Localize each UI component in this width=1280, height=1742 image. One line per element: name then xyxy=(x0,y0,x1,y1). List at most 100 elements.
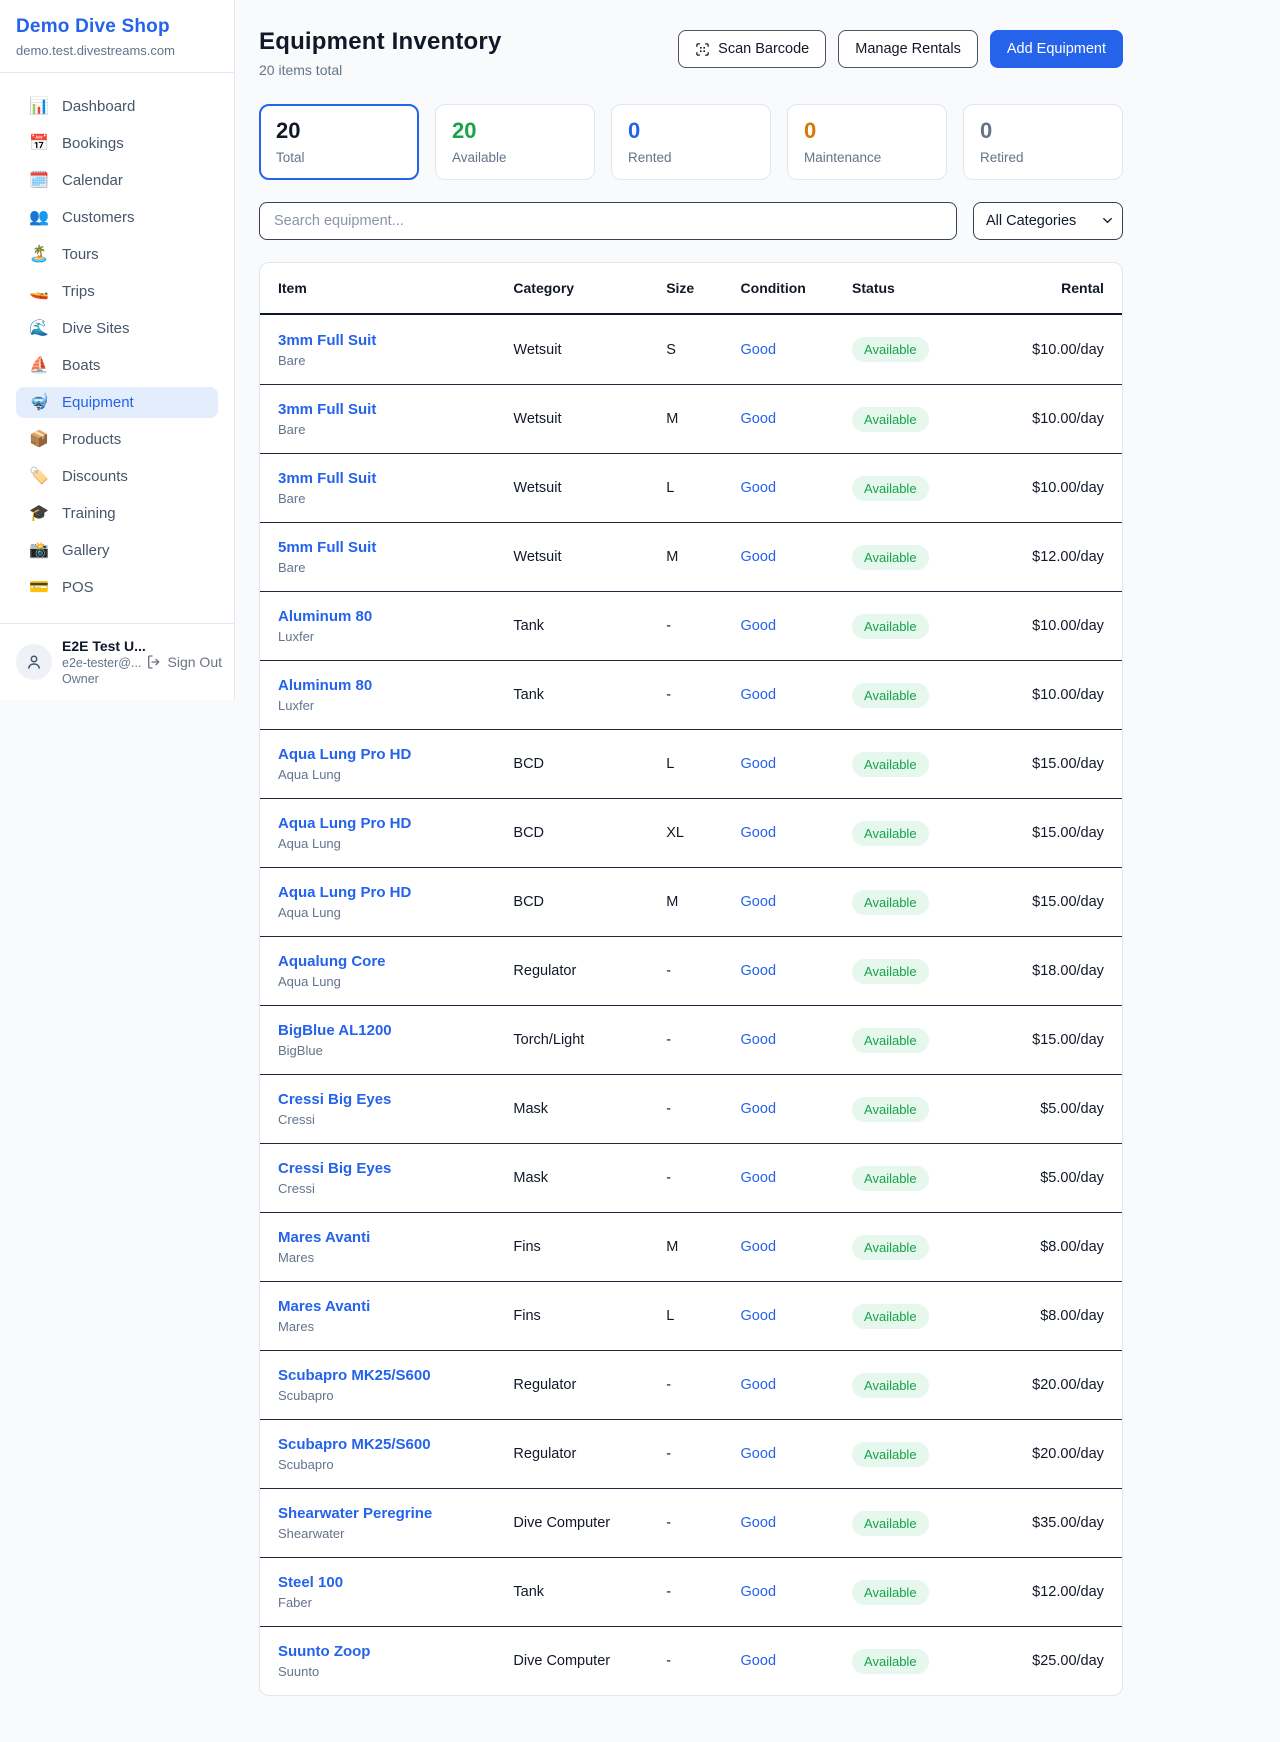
condition-link[interactable]: Good xyxy=(741,1308,853,1324)
add-equipment-button[interactable]: Add Equipment xyxy=(990,30,1123,68)
category-cell: Tank xyxy=(513,618,666,634)
barcode-scan-icon xyxy=(695,42,710,57)
item-name-link[interactable]: Mares Avanti xyxy=(278,1229,513,1246)
item-name-link[interactable]: 3mm Full Suit xyxy=(278,401,513,418)
sidebar: Demo Dive Shop demo.test.divestreams.com… xyxy=(0,0,235,700)
item-name-link[interactable]: 5mm Full Suit xyxy=(278,539,513,556)
item-name-link[interactable]: 3mm Full Suit xyxy=(278,332,513,349)
condition-link[interactable]: Good xyxy=(741,480,853,496)
stat-label: Retired xyxy=(980,150,1106,165)
condition-link[interactable]: Good xyxy=(741,894,853,910)
sidebar-item-customers[interactable]: 👥 Customers xyxy=(16,202,218,233)
status-cell: Available xyxy=(852,337,988,362)
condition-link[interactable]: Good xyxy=(741,756,853,772)
sidebar-item-dive-sites[interactable]: 🌊Dive Sites xyxy=(16,313,218,344)
status-badge: Available xyxy=(852,821,929,846)
item-name-link[interactable]: Aqua Lung Pro HD xyxy=(278,746,513,763)
sidebar-item-tours[interactable]: 🏝️Tours xyxy=(16,239,218,270)
manage-rentals-button[interactable]: Manage Rentals xyxy=(838,30,978,68)
rental-cell: $5.00/day xyxy=(988,1101,1104,1117)
condition-link[interactable]: Good xyxy=(741,1446,853,1462)
rental-cell: $15.00/day xyxy=(988,756,1104,772)
stat-card-available[interactable]: 20 Available xyxy=(435,104,595,180)
sidebar-item-calendar[interactable]: 🗓️Calendar xyxy=(16,165,218,196)
stat-card-total[interactable]: 20 Total xyxy=(259,104,419,180)
item-name-link[interactable]: Aqua Lung Pro HD xyxy=(278,884,513,901)
condition-link[interactable]: Good xyxy=(741,1653,853,1669)
item-name-link[interactable]: Cressi Big Eyes xyxy=(278,1160,513,1177)
item-name-link[interactable]: 3mm Full Suit xyxy=(278,470,513,487)
condition-link[interactable]: Good xyxy=(741,549,853,565)
item-name-link[interactable]: Aqua Lung Pro HD xyxy=(278,815,513,832)
sidebar-item-dashboard[interactable]: 📊Dashboard xyxy=(16,91,218,122)
condition-link[interactable]: Good xyxy=(741,1032,853,1048)
condition-link[interactable]: Good xyxy=(741,618,853,634)
category-select[interactable]: All Categories xyxy=(973,202,1123,240)
item-name-link[interactable]: Mares Avanti xyxy=(278,1298,513,1315)
sidebar-item-training[interactable]: 🎓Training xyxy=(16,498,218,529)
stat-card-retired[interactable]: 0 Retired xyxy=(963,104,1123,180)
condition-link[interactable]: Good xyxy=(741,687,853,703)
status-cell: Available xyxy=(852,1373,988,1398)
sidebar-item-pos[interactable]: 💳POS xyxy=(16,572,218,603)
item-name-link[interactable]: Scubapro MK25/S600 xyxy=(278,1367,513,1384)
condition-link[interactable]: Good xyxy=(741,1584,853,1600)
status-cell: Available xyxy=(852,1166,988,1191)
status-cell: Available xyxy=(852,959,988,984)
sidebar-item-label: Tours xyxy=(62,246,99,263)
item-name-link[interactable]: Aluminum 80 xyxy=(278,677,513,694)
manage-rentals-label: Manage Rentals xyxy=(855,41,961,57)
brand-title[interactable]: Demo Dive Shop xyxy=(16,16,210,38)
item-name-link[interactable]: Shearwater Peregrine xyxy=(278,1505,513,1522)
condition-link[interactable]: Good xyxy=(741,1377,853,1393)
category-select-wrap: All Categories xyxy=(973,202,1123,240)
condition-link[interactable]: Good xyxy=(741,1101,853,1117)
add-equipment-label: Add Equipment xyxy=(1007,41,1106,57)
user-meta: E2E Test U... e2e-tester@... Owner xyxy=(62,638,136,686)
condition-link[interactable]: Good xyxy=(741,342,853,358)
rental-cell: $10.00/day xyxy=(988,411,1104,427)
item-name-link[interactable]: Scubapro MK25/S600 xyxy=(278,1436,513,1453)
category-cell: Regulator xyxy=(513,963,666,979)
category-cell: BCD xyxy=(513,756,666,772)
category-cell: Wetsuit xyxy=(513,549,666,565)
item-name-link[interactable]: BigBlue AL1200 xyxy=(278,1022,513,1039)
status-badge: Available xyxy=(852,1649,929,1674)
item-brand: Shearwater xyxy=(278,1526,513,1541)
search-input[interactable] xyxy=(259,202,957,240)
sidebar-item-equipment[interactable]: 🤿Equipment xyxy=(16,387,218,418)
condition-link[interactable]: Good xyxy=(741,1515,853,1531)
sidebar-item-label: Customers xyxy=(62,209,135,226)
condition-link[interactable]: Good xyxy=(741,1239,853,1255)
stat-card-rented[interactable]: 0 Rented xyxy=(611,104,771,180)
customers-icon: 👥 xyxy=(29,210,49,226)
item-cell: Aqua Lung Pro HDAqua Lung xyxy=(278,815,513,851)
size-cell: - xyxy=(666,1170,740,1186)
scan-barcode-button[interactable]: Scan Barcode xyxy=(678,30,826,68)
item-brand: Bare xyxy=(278,560,513,575)
condition-link[interactable]: Good xyxy=(741,963,853,979)
condition-link[interactable]: Good xyxy=(741,825,853,841)
sidebar-item-trips[interactable]: 🚤Trips xyxy=(16,276,218,307)
size-cell: L xyxy=(666,756,740,772)
sidebar-item-bookings[interactable]: 📅Bookings xyxy=(16,128,218,159)
item-brand: Bare xyxy=(278,353,513,368)
sidebar-item-products[interactable]: 📦Products xyxy=(16,424,218,455)
item-name-link[interactable]: Aqualung Core xyxy=(278,953,513,970)
sidebar-item-boats[interactable]: ⛵Boats xyxy=(16,350,218,381)
sidebar-item-gallery[interactable]: 📸Gallery xyxy=(16,535,218,566)
sidebar-item-discounts[interactable]: 🏷️Discounts xyxy=(16,461,218,492)
sign-out-button[interactable]: Sign Out xyxy=(146,654,222,670)
rental-cell: $5.00/day xyxy=(988,1170,1104,1186)
item-name-link[interactable]: Aluminum 80 xyxy=(278,608,513,625)
item-brand: Mares xyxy=(278,1319,513,1334)
item-brand: Bare xyxy=(278,422,513,437)
stat-card-maintenance[interactable]: 0 Maintenance xyxy=(787,104,947,180)
item-name-link[interactable]: Suunto Zoop xyxy=(278,1643,513,1660)
condition-link[interactable]: Good xyxy=(741,411,853,427)
condition-link[interactable]: Good xyxy=(741,1170,853,1186)
category-cell: Fins xyxy=(513,1308,666,1324)
page-title: Equipment Inventory xyxy=(259,28,502,56)
item-name-link[interactable]: Cressi Big Eyes xyxy=(278,1091,513,1108)
item-name-link[interactable]: Steel 100 xyxy=(278,1574,513,1591)
